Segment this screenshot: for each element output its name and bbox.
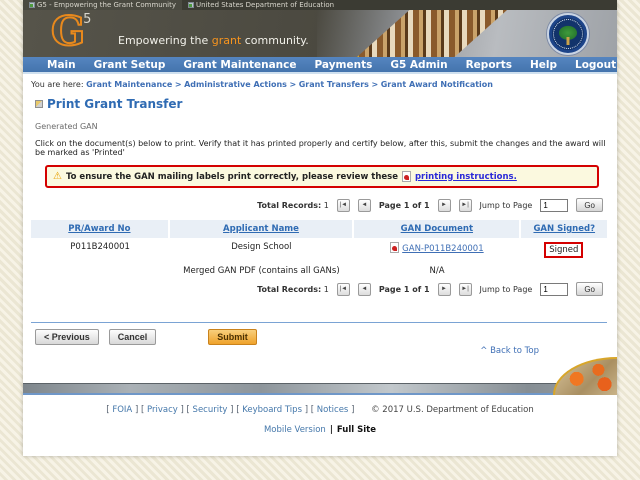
browser-tab-g5-label: G5 - Empowering the Grant Community [37, 1, 176, 9]
next-page-button[interactable]: ► [438, 283, 451, 296]
merged-gan-label: Merged GAN PDF (contains all GANs) [169, 262, 353, 280]
first-page-button[interactable]: |◄ [337, 199, 350, 212]
previous-button[interactable]: < Previous [35, 329, 99, 345]
col-header-pr-award-no[interactable]: PR/Award No [31, 220, 168, 238]
warning-banner: ⚠ To ensure the GAN mailing labels print… [45, 165, 599, 188]
total-records-label: Total Records: [257, 201, 321, 210]
g5-logo-g: G [51, 10, 85, 55]
nav-logout[interactable]: Logout [575, 59, 616, 71]
seal-trunk [567, 37, 570, 45]
breadcrumb-administrative-actions[interactable]: Administrative Actions [184, 80, 287, 89]
first-page-button[interactable]: |◄ [337, 283, 350, 296]
jump-to-page-label: Jump to Page [480, 285, 533, 294]
nav-g5-admin[interactable]: G5 Admin [390, 59, 447, 71]
page-title-bullet-icon [35, 100, 43, 108]
jump-to-page-label: Jump to Page [480, 201, 533, 210]
footer: [ FOIA ] [ Privacy ] [ Security ] [ Keyb… [23, 397, 617, 435]
breadcrumb-grant-award-notification[interactable]: Grant Award Notification [381, 80, 493, 89]
pdf-icon [390, 242, 399, 253]
last-page-button[interactable]: ►| [459, 199, 472, 212]
breadcrumb: You are here: Grant Maintenance > Admini… [31, 80, 607, 89]
g5-logo-5: 5 [83, 12, 91, 27]
gan-table: PR/Award No Applicant Name GAN Document … [31, 220, 607, 280]
pagination-top: Total Records: 1 |◄ ◄ Page 1 of 1 ► ►| J… [31, 198, 603, 212]
nav-grant-maintenance[interactable]: Grant Maintenance [183, 59, 296, 71]
footer-link-foia[interactable]: FOIA [112, 405, 132, 415]
nav-grant-setup[interactable]: Grant Setup [94, 59, 166, 71]
col-header-gan-document[interactable]: GAN Document [354, 220, 519, 238]
breadcrumb-grant-maintenance[interactable]: Grant Maintenance [86, 80, 172, 89]
footer-link-security[interactable]: Security [193, 405, 228, 415]
mobile-version-link[interactable]: Mobile Version [264, 425, 326, 435]
full-site-label: Full Site [337, 425, 376, 435]
browser-tab-ed-label: United States Department of Education [196, 1, 334, 9]
jump-to-page-input[interactable] [540, 199, 568, 212]
total-records-value: 1 [324, 285, 329, 294]
metallic-divider-bar [23, 383, 617, 395]
nav-help[interactable]: Help [530, 59, 557, 71]
back-to-top-link[interactable]: ^ Back to Top [480, 346, 539, 356]
printing-instructions-link[interactable]: printing instructions. [415, 172, 517, 182]
cancel-button[interactable]: Cancel [109, 329, 157, 345]
jump-to-page-input[interactable] [540, 283, 568, 296]
gan-document-link[interactable]: GAN-P011B240001 [402, 244, 483, 254]
signed-status-badge: Signed [544, 242, 583, 258]
total-records-value: 1 [324, 201, 329, 210]
warning-text: To ensure the GAN mailing labels print c… [66, 172, 398, 182]
footer-link-keyboard-tips[interactable]: Keyboard Tips [242, 405, 302, 415]
breadcrumb-prefix: You are here: [31, 80, 84, 89]
divider [31, 322, 607, 323]
breadcrumb-grant-transfers[interactable]: Grant Transfers [299, 80, 369, 89]
action-buttons: < Previous Cancel Submit [35, 329, 607, 345]
go-button[interactable]: Go [576, 282, 603, 296]
warning-triangle-icon: ⚠ [53, 172, 62, 182]
col-header-applicant-name[interactable]: Applicant Name [170, 220, 352, 238]
nav-reports[interactable]: Reports [466, 59, 512, 71]
previous-page-button[interactable]: ◄ [358, 199, 371, 212]
department-of-education-seal-icon [547, 13, 589, 55]
main-nav: Main Grant Setup Grant Maintenance Payme… [23, 57, 617, 74]
header-banner: G5 Empowering the grant community. [23, 10, 617, 57]
page-indicator: Page 1 of 1 [379, 201, 430, 210]
page-indicator: Page 1 of 1 [379, 285, 430, 294]
generated-gan-label: Generated GAN [35, 122, 607, 131]
app-window: G5 - Empowering the Grant Community Unit… [23, 0, 617, 456]
last-page-button[interactable]: ►| [459, 283, 472, 296]
copyright-text: © 2017 U.S. Department of Education [371, 405, 534, 415]
pdf-icon [402, 171, 411, 182]
nav-payments[interactable]: Payments [315, 59, 373, 71]
table-row: P011B240001 Design School GAN-P011B24000… [31, 238, 607, 262]
browser-tab-ed[interactable]: United States Department of Education [182, 0, 340, 10]
submit-button[interactable]: Submit [208, 329, 257, 345]
pagination-bottom: Total Records: 1 |◄ ◄ Page 1 of 1 ► ►| J… [31, 282, 603, 296]
classroom-photo-decoration [553, 357, 617, 395]
gan-signed-cell: Signed [521, 238, 607, 262]
table-header-row: PR/Award No Applicant Name GAN Document … [31, 220, 607, 238]
go-button[interactable]: Go [576, 198, 603, 212]
page-title-row: Print Grant Transfer [35, 97, 607, 111]
col-header-gan-signed[interactable]: GAN Signed? [521, 220, 607, 238]
g5-logo: G5 [51, 10, 93, 54]
table-row-merged: Merged GAN PDF (contains all GANs) N/A [31, 262, 607, 280]
total-records-label: Total Records: [257, 285, 321, 294]
next-page-button[interactable]: ► [438, 199, 451, 212]
nav-main[interactable]: Main [47, 59, 76, 71]
g5-favicon-icon [29, 2, 35, 8]
content-area: You are here: Grant Maintenance > Admini… [23, 74, 617, 345]
previous-page-button[interactable]: ◄ [358, 283, 371, 296]
page-title: Print Grant Transfer [47, 97, 182, 111]
ed-favicon-icon [188, 2, 194, 8]
footer-link-privacy[interactable]: Privacy [147, 405, 178, 415]
browser-tab-g5[interactable]: G5 - Empowering the Grant Community [23, 0, 182, 10]
merged-gan-value: N/A [354, 262, 521, 280]
tagline: Empowering the grant community. [118, 34, 309, 47]
footer-link-notices[interactable]: Notices [317, 405, 349, 415]
print-instructions-text: Click on the document(s) below to print.… [35, 139, 607, 157]
footer-links: [ FOIA ] [ Privacy ] [ Security ] [ Keyb… [23, 405, 617, 415]
footer-site-toggle: Mobile Version|Full Site [23, 425, 617, 435]
gan-document-cell: GAN-P011B240001 [354, 238, 521, 262]
applicant-name-cell: Design School [169, 238, 353, 262]
browser-titlebar: G5 - Empowering the Grant Community Unit… [23, 0, 617, 10]
award-number-cell: P011B240001 [31, 238, 169, 262]
